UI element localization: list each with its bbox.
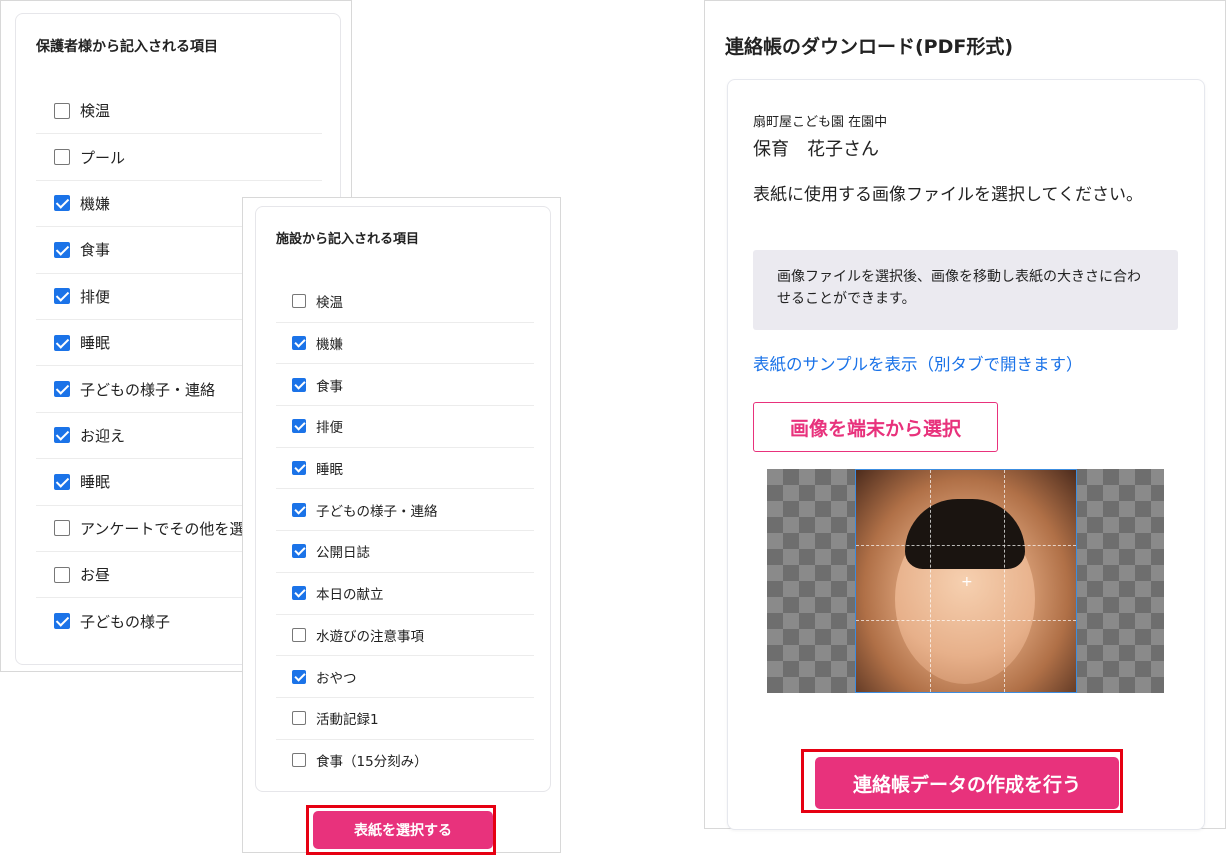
crop-guide-line [856, 620, 1076, 621]
checkbox-label: お昼 [80, 566, 111, 585]
checkbox-item[interactable]: 食事 [276, 364, 534, 407]
info-note: 画像ファイルを選択後、画像を移動し表紙の大きさに合わせることができます。 [753, 250, 1178, 330]
facility-items-card: 施設から記入される項目 検温機嫌食事排便睡眠子どもの様子・連絡 公開日誌本日の献立… [255, 206, 551, 792]
checkbox-label: 食事 [316, 378, 343, 395]
checkbox-item[interactable]: プール [36, 134, 322, 181]
checkbox-label: 睡眠 [80, 334, 111, 353]
checkbox-checked[interactable] [292, 336, 306, 351]
checkbox-label: 排便 [80, 287, 111, 306]
checkbox-item[interactable]: 睡眠 [276, 448, 534, 490]
checkbox-checked[interactable] [54, 334, 70, 351]
checkbox-item[interactable]: 食事（15分刻み） [276, 740, 534, 782]
checkbox-label: アンケートでその他を選ん [80, 519, 260, 538]
cover-sample-link[interactable]: 表紙のサンプルを表示（別タブで開きます） [753, 351, 1083, 375]
facility-items-panel: 施設から記入される項目 検温機嫌食事排便睡眠子どもの様子・連絡 公開日誌本日の献立… [242, 197, 561, 853]
checkbox-label: お迎え [80, 426, 126, 445]
checkbox-unchecked[interactable] [54, 520, 70, 537]
checkbox-item[interactable]: 排便 [276, 406, 534, 448]
checkbox-label: 公開日誌 [316, 545, 370, 562]
checkbox-checked[interactable] [54, 288, 70, 305]
checkbox-label: 食事（15分刻み） [316, 754, 428, 771]
checkbox-unchecked[interactable] [292, 627, 306, 642]
checkbox-label: 排便 [316, 420, 343, 437]
checkbox-checked[interactable] [54, 241, 70, 258]
checkbox-label: プール [80, 148, 126, 167]
checkbox-unchecked[interactable] [292, 294, 306, 309]
create-notebook-data-button[interactable]: 連絡帳データの作成を行う [815, 757, 1119, 809]
page-title: 連絡帳のダウンロード(PDF形式) [725, 36, 1014, 58]
checkbox-item[interactable]: 本日の献立 [276, 573, 534, 615]
checkbox-unchecked[interactable] [54, 149, 70, 166]
checkbox-label: 機嫌 [316, 337, 343, 354]
checkbox-item[interactable]: 子どもの様子・連絡 [276, 489, 534, 532]
checkbox-label: 機嫌 [80, 194, 111, 213]
crop-guide-line [1004, 470, 1005, 692]
checkbox-label: 子どもの様子 [80, 612, 171, 631]
guardian-items-title: 保護者様から記入される項目 [36, 39, 218, 55]
checkbox-unchecked[interactable] [292, 753, 306, 768]
checkbox-label: 活動記録1 [316, 712, 379, 729]
pick-image-button[interactable]: 画像を端末から選択 [753, 402, 998, 452]
checkbox-label: おやつ [316, 670, 357, 687]
checkbox-checked[interactable] [292, 669, 306, 684]
checkbox-checked[interactable] [292, 377, 306, 392]
crop-guide-line [930, 470, 931, 692]
crop-frame[interactable]: + [855, 469, 1077, 693]
checkbox-label: 睡眠 [80, 473, 111, 492]
checkbox-label: 子どもの様子・連絡 [316, 503, 438, 520]
checkbox-checked[interactable] [292, 586, 306, 601]
checkbox-item[interactable]: 活動記録1 [276, 698, 534, 740]
checkbox-label: 子どもの様子・連絡 [80, 380, 216, 399]
school-status: 扇町屋こども園 在園中 [753, 115, 888, 130]
checkbox-checked[interactable] [292, 461, 306, 476]
checkbox-item[interactable]: 水遊びの注意事項 [276, 615, 534, 657]
checkbox-checked[interactable] [54, 473, 70, 490]
checkbox-label: 睡眠 [316, 462, 343, 479]
checkbox-item[interactable]: 検温 [36, 88, 322, 135]
crop-center-icon: + [961, 574, 973, 590]
checkbox-checked[interactable] [292, 502, 306, 517]
checkbox-checked[interactable] [292, 419, 306, 434]
checkbox-checked[interactable] [54, 195, 70, 212]
checkbox-item[interactable]: 検温 [276, 281, 534, 323]
checkbox-checked[interactable] [292, 544, 306, 559]
checkbox-checked[interactable] [54, 613, 70, 630]
checkbox-item[interactable]: 機嫌 [276, 323, 534, 365]
select-cover-button[interactable]: 表紙を選択する [313, 811, 493, 849]
facility-items-list: 検温機嫌食事排便睡眠子どもの様子・連絡 公開日誌本日の献立水遊びの注意事項 おやつ活… [276, 281, 534, 781]
facility-items-title: 施設から記入される項目 [276, 232, 420, 247]
pdf-download-panel: 連絡帳のダウンロード(PDF形式) 扇町屋こども園 在園中 保育 花子さん 表紙… [704, 0, 1226, 830]
instruction-text: 表紙に使用する画像ファイルを選択してください。 [753, 185, 1143, 205]
checkbox-label: 検温 [80, 102, 111, 121]
checkbox-checked[interactable] [54, 381, 70, 398]
checkbox-unchecked[interactable] [54, 566, 70, 583]
checkbox-item[interactable]: おやつ [276, 656, 534, 698]
checkbox-unchecked[interactable] [54, 102, 70, 119]
child-name: 保育 花子さん [753, 139, 879, 160]
checkbox-label: 検温 [316, 295, 343, 312]
checkbox-label: 食事 [80, 241, 111, 260]
checkbox-label: 本日の献立 [316, 587, 384, 604]
checkbox-label: 水遊びの注意事項 [316, 628, 424, 645]
checkbox-checked[interactable] [54, 427, 70, 444]
crop-guide-line [856, 545, 1076, 546]
checkbox-unchecked[interactable] [292, 711, 306, 726]
image-cropper[interactable]: + [767, 469, 1164, 693]
checkbox-item[interactable]: 公開日誌 [276, 531, 534, 573]
